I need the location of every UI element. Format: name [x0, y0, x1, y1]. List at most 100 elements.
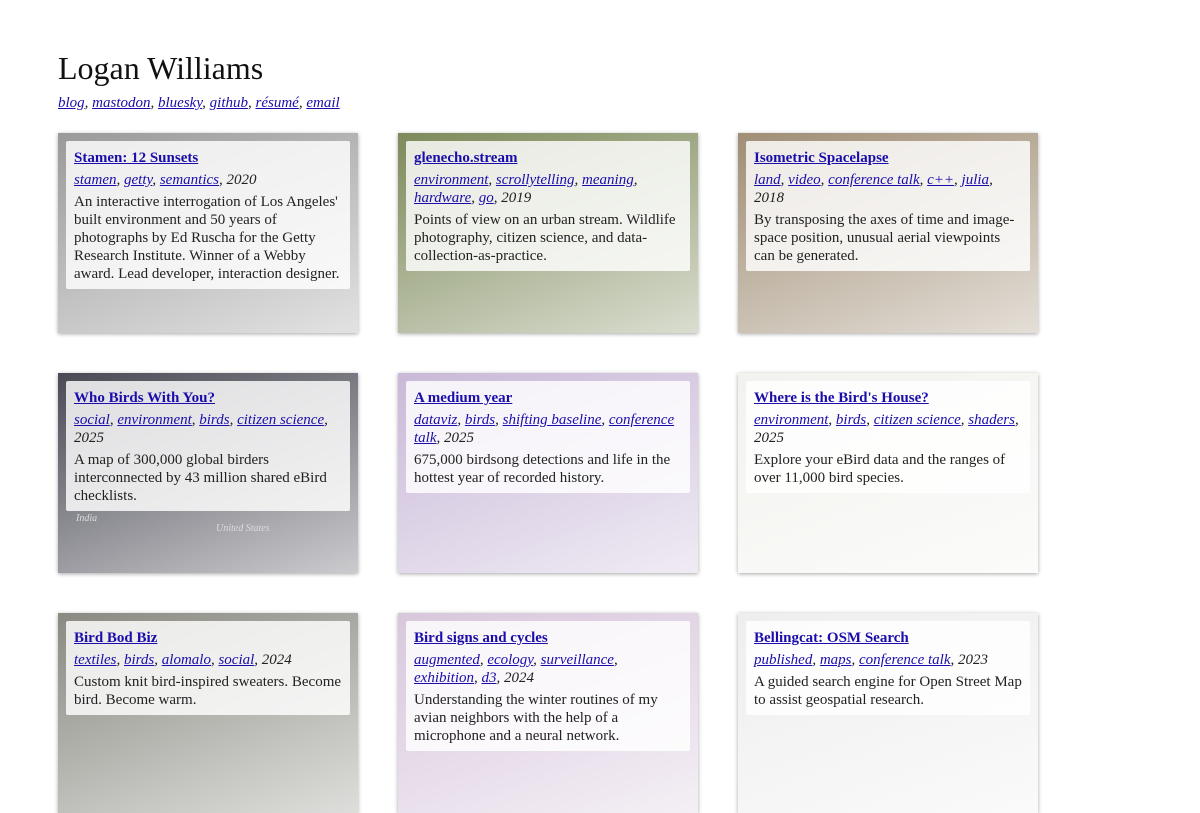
link-separator: ,	[202, 95, 210, 111]
card-tags: stamen, getty, semantics, 2020	[74, 172, 257, 188]
card-year: 2025	[754, 430, 784, 446]
tag-link[interactable]: environment	[754, 412, 828, 428]
tag-link[interactable]: maps	[820, 652, 852, 668]
card-info: Isometric Spacelapse land, video, confere…	[746, 141, 1030, 271]
link-separator: ,	[150, 95, 159, 111]
project-card[interactable]: India United States Who Birds With You? soc…	[58, 373, 358, 573]
tag-link[interactable]: textiles	[74, 652, 116, 668]
map-label: United States	[216, 523, 270, 534]
tag-link[interactable]: birds	[836, 412, 866, 428]
card-title-link[interactable]: Where is the Bird's House?	[754, 389, 1022, 407]
tag-link[interactable]: birds	[199, 412, 229, 428]
tag-link[interactable]: shaders	[968, 412, 1015, 428]
card-description: 675,000 birdsong detections and life in …	[414, 452, 671, 486]
project-card[interactable]: Where is the Bird's House? environment, b…	[738, 373, 1038, 573]
tag-link[interactable]: semantics	[160, 172, 219, 188]
tag-link[interactable]: hardware	[414, 190, 471, 206]
project-card[interactable]: Isometric Spacelapse land, video, confere…	[738, 133, 1038, 333]
tag-link[interactable]: video	[788, 172, 820, 188]
project-card[interactable]: Bird Bod Biz textiles, birds, alomalo, so…	[58, 613, 358, 813]
card-description: A map of 300,000 global birders intercon…	[74, 452, 327, 504]
page-title: Logan Williams	[58, 50, 264, 86]
card-description: A guided search engine for Open Street M…	[754, 674, 1022, 708]
card-year: 2024	[261, 652, 292, 668]
tag-link[interactable]: social	[74, 412, 110, 428]
tag-link[interactable]: conference talk	[859, 652, 950, 668]
tag-link[interactable]: meaning	[582, 172, 634, 188]
card-year: 2025	[444, 430, 474, 446]
card-title-link[interactable]: Stamen: 12 Sunsets	[74, 149, 342, 167]
tag-link[interactable]: julia	[962, 172, 990, 188]
tag-link[interactable]: augmented	[414, 652, 480, 668]
card-tags: textiles, birds, alomalo, social, 2024	[74, 652, 292, 668]
header-link-5[interactable]: email	[306, 95, 339, 111]
tag-link[interactable]: land	[754, 172, 781, 188]
tag-link[interactable]: exhibition	[414, 670, 474, 686]
card-tags: environment, scrollytelling, meaning, ha…	[414, 172, 638, 206]
card-description: Explore your eBird data and the ranges o…	[754, 452, 1006, 486]
card-info: Bird Bod Biz textiles, birds, alomalo, so…	[66, 621, 350, 715]
header-link-3[interactable]: github	[210, 95, 248, 111]
card-year: 2024	[504, 670, 534, 686]
card-title-link[interactable]: Bird signs and cycles	[414, 629, 682, 647]
tag-link[interactable]: d3	[482, 670, 497, 686]
card-year: 2023	[958, 652, 988, 668]
project-card[interactable]: Bellingcat: OSM Search published, maps, c…	[738, 613, 1038, 813]
tag-link[interactable]: scrollytelling	[496, 172, 575, 188]
tag-link[interactable]: environment	[414, 172, 488, 188]
card-title-link[interactable]: Bellingcat: OSM Search	[754, 629, 1022, 647]
card-description: Points of view on an urban stream. Wildl…	[414, 212, 676, 264]
project-card[interactable]: Stamen: 12 Sunsets stamen, getty, semanti…	[58, 133, 358, 333]
card-tags: land, video, conference talk, c++, julia…	[754, 172, 993, 206]
tag-link[interactable]: birds	[124, 652, 154, 668]
card-info: Where is the Bird's House? environment, b…	[746, 381, 1030, 493]
project-card[interactable]: Bird signs and cycles augmented, ecology,…	[398, 613, 698, 813]
card-info: Who Birds With You? social, environment, …	[66, 381, 350, 511]
card-title-link[interactable]: Isometric Spacelapse	[754, 149, 1022, 167]
card-tags: environment, birds, citizen science, sha…	[754, 412, 1019, 446]
card-tags: dataviz, birds, shifting baseline, confe…	[414, 412, 675, 446]
link-separator: ,	[248, 95, 256, 111]
tag-link[interactable]: alomalo	[162, 652, 211, 668]
project-card[interactable]: A medium year dataviz, birds, shifting ba…	[398, 373, 698, 573]
tag-link[interactable]: shifting baseline	[503, 412, 602, 428]
card-tags: augmented, ecology, surveillance, exhibi…	[414, 652, 618, 686]
card-tags: published, maps, conference talk, 2023	[754, 652, 988, 668]
tag-link[interactable]: citizen science	[874, 412, 961, 428]
header-link-0[interactable]: blog	[58, 95, 85, 111]
card-info: Stamen: 12 Sunsets stamen, getty, semanti…	[66, 141, 350, 289]
card-year: 2025	[74, 430, 104, 446]
header-link-1[interactable]: mastodon	[92, 95, 150, 111]
tag-link[interactable]: go	[479, 190, 494, 206]
card-title-link[interactable]: A medium year	[414, 389, 682, 407]
tag-link[interactable]: getty	[124, 172, 152, 188]
tag-link[interactable]: c++	[927, 172, 954, 188]
card-title-link[interactable]: Who Birds With You?	[74, 389, 342, 407]
tag-link[interactable]: surveillance	[541, 652, 614, 668]
header-link-2[interactable]: bluesky	[158, 95, 202, 111]
card-year: 2020	[226, 172, 257, 188]
card-info: Bellingcat: OSM Search published, maps, c…	[746, 621, 1030, 715]
tag-link[interactable]: dataviz	[414, 412, 457, 428]
tag-link[interactable]: stamen	[74, 172, 117, 188]
tag-link[interactable]: published	[754, 652, 812, 668]
header-link-4[interactable]: résumé	[256, 95, 299, 111]
tag-link[interactable]: social	[218, 652, 254, 668]
card-info: Bird signs and cycles augmented, ecology,…	[406, 621, 690, 751]
card-title-link[interactable]: glenecho.stream	[414, 149, 682, 167]
card-year: 2018	[754, 190, 784, 206]
card-description: Custom knit bird-inspired sweaters. Beco…	[74, 674, 342, 708]
tag-link[interactable]: conference talk	[828, 172, 919, 188]
card-tags: social, environment, birds, citizen scie…	[74, 412, 328, 446]
card-year: 2019	[501, 190, 532, 206]
project-card[interactable]: glenecho.stream environment, scrollytelli…	[398, 133, 698, 333]
card-description: By transposing the axes of time and imag…	[754, 212, 1015, 264]
card-info: A medium year dataviz, birds, shifting ba…	[406, 381, 690, 493]
card-title-link[interactable]: Bird Bod Biz	[74, 629, 342, 647]
tag-link[interactable]: citizen science	[237, 412, 324, 428]
card-info: glenecho.stream environment, scrollytelli…	[406, 141, 690, 271]
card-description: Understanding the winter routines of my …	[414, 692, 658, 744]
tag-link[interactable]: ecology	[487, 652, 533, 668]
tag-link[interactable]: birds	[465, 412, 495, 428]
tag-link[interactable]: environment	[117, 412, 191, 428]
